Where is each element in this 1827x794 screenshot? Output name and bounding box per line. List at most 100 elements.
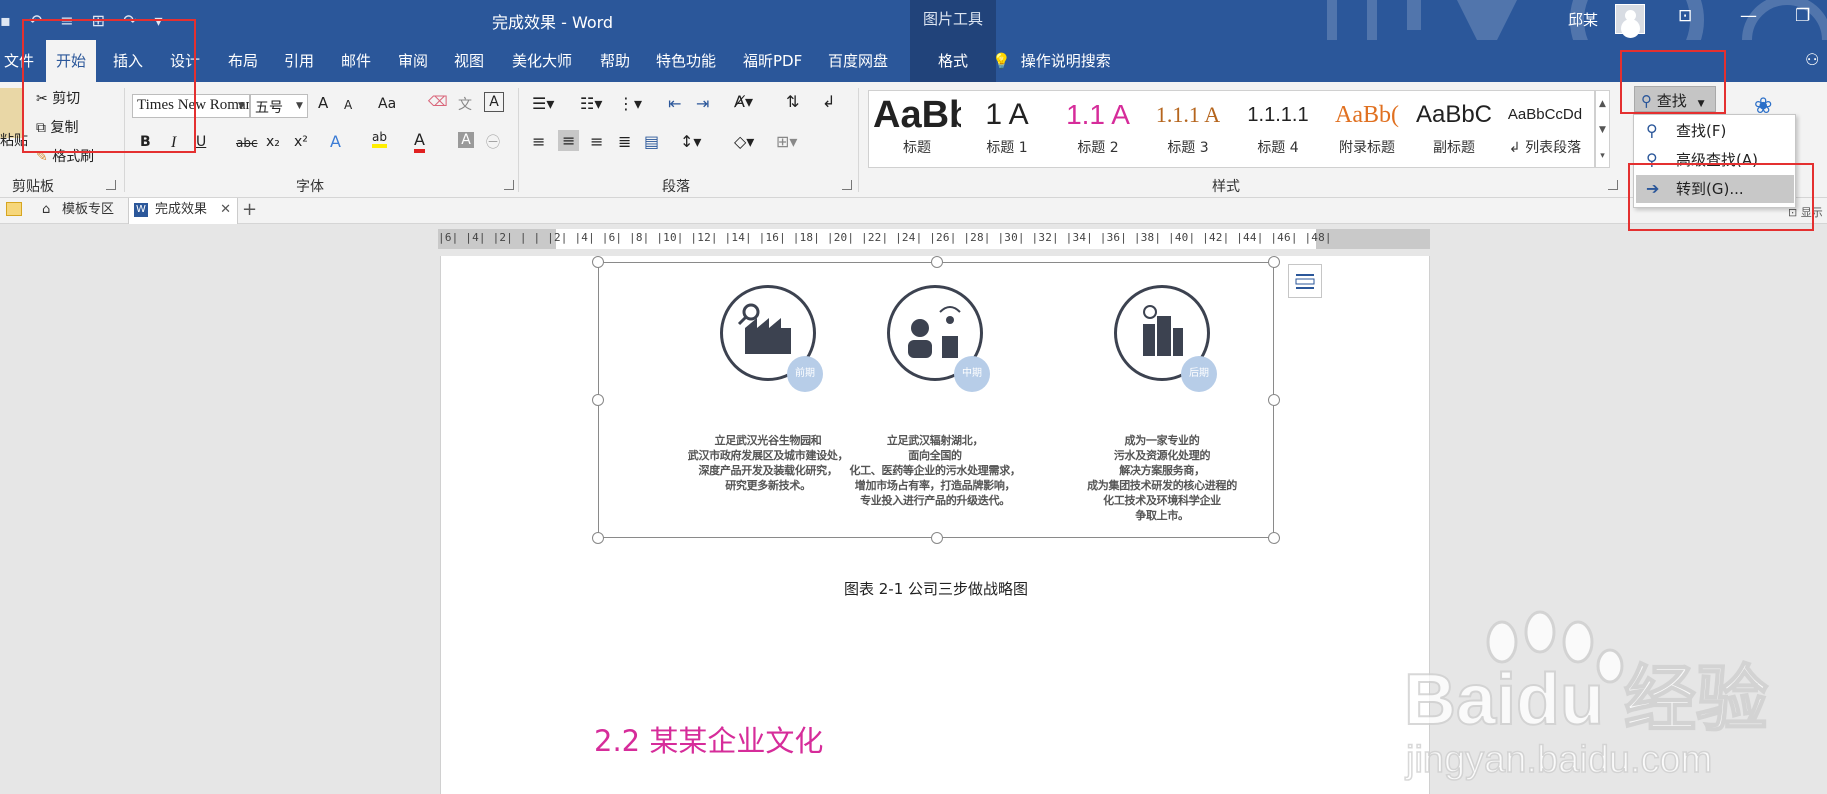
font-name-field[interactable]: Times New Roman bbox=[132, 94, 250, 118]
increase-indent-icon[interactable]: ⇥ bbox=[696, 94, 709, 113]
styles-scroll[interactable]: ▲ ▼ ▾ bbox=[1595, 90, 1610, 168]
style-title[interactable]: AaBb 标题 bbox=[873, 91, 961, 169]
bullets-icon[interactable]: ☰▾ bbox=[532, 94, 554, 113]
clear-format-icon[interactable]: ⌫ bbox=[428, 94, 448, 110]
subscript-button[interactable]: x₂ bbox=[266, 134, 280, 150]
tab-review[interactable]: 审阅 bbox=[388, 40, 438, 82]
chinese-layout-icon[interactable]: Ⱥ▾ bbox=[734, 92, 753, 111]
shrink-font-button[interactable]: A bbox=[344, 98, 352, 112]
resize-handle[interactable] bbox=[592, 256, 604, 268]
tab-view[interactable]: 视图 bbox=[444, 40, 494, 82]
tab-layout[interactable]: 布局 bbox=[218, 40, 268, 82]
menu-item-advanced-find[interactable]: ⚲ 高级查找(A)... bbox=[1636, 146, 1794, 174]
change-case-button[interactable]: Aa bbox=[378, 96, 396, 112]
save-icon[interactable]: ▪ bbox=[0, 11, 11, 30]
show-marks-icon[interactable]: ↲ bbox=[822, 92, 835, 111]
user-name[interactable]: 邱某 bbox=[1568, 9, 1598, 30]
selected-picture[interactable]: 前期 立足武汉光谷生物园和 武汉市政府发展区及城市建设处， 深度产品开发及装载化研究… bbox=[592, 256, 1280, 544]
resize-handle[interactable] bbox=[931, 532, 943, 544]
style-list-paragraph[interactable]: AaBbCcDd ↲ 列表段落 bbox=[1497, 91, 1593, 169]
style-appendix-title[interactable]: AaBb( 附录标题 bbox=[1323, 91, 1411, 169]
menu-item-find[interactable]: ⚲ 查找(F) bbox=[1636, 117, 1794, 145]
new-tab-icon[interactable]: + bbox=[242, 199, 257, 220]
grow-font-button[interactable]: A bbox=[318, 94, 328, 112]
phonetic-guide-icon[interactable]: 文 bbox=[458, 94, 472, 114]
align-center-icon[interactable]: ≡ bbox=[558, 130, 580, 151]
undo-icon[interactable]: ↶ bbox=[29, 11, 42, 30]
document-page[interactable]: 前期 立足武汉光谷生物园和 武汉市政府发展区及城市建设处， 深度产品开发及装载化研究… bbox=[440, 256, 1430, 794]
justify-icon[interactable]: ≣ bbox=[618, 132, 631, 151]
paragraph-launcher-icon[interactable] bbox=[842, 180, 852, 190]
align-left-icon[interactable]: ≡ bbox=[532, 132, 545, 151]
shading-icon[interactable]: ◇▾ bbox=[734, 132, 754, 151]
char-shading-icon[interactable]: A bbox=[458, 132, 474, 148]
strikethrough-button[interactable]: abc bbox=[236, 136, 258, 150]
doc-tab-current[interactable]: W 完成效果 ✕ bbox=[128, 198, 238, 224]
align-right-icon[interactable]: ≡ bbox=[590, 132, 603, 151]
redo-icon[interactable]: ↷ bbox=[123, 11, 136, 30]
tab-design[interactable]: 设计 bbox=[160, 40, 210, 82]
close-tab-icon[interactable]: ✕ bbox=[220, 198, 231, 222]
menu-item-goto[interactable]: ➔ 转到(G)... bbox=[1636, 175, 1794, 203]
doc-tab-templates[interactable]: ⌂ 模板专区 bbox=[36, 198, 122, 224]
paste-button[interactable]: 粘贴 bbox=[0, 130, 28, 150]
ribbon-display-icon[interactable]: ⊡ bbox=[1678, 6, 1692, 26]
touch-mode-icon[interactable]: ⊞ bbox=[92, 11, 105, 30]
line-spacing-icon[interactable]: ↕▾ bbox=[680, 132, 701, 151]
tell-me-search[interactable]: 💡 操作说明搜索 bbox=[992, 40, 1111, 82]
tab-foxit-pdf[interactable]: 福昕PDF bbox=[733, 40, 812, 82]
style-heading-2[interactable]: 1.1 A 标题 2 bbox=[1053, 91, 1143, 169]
resize-handle[interactable] bbox=[592, 394, 604, 406]
text-effects-icon[interactable]: A bbox=[330, 132, 341, 151]
restore-icon[interactable]: ❐ bbox=[1795, 6, 1810, 26]
clipboard-launcher-icon[interactable] bbox=[106, 180, 116, 190]
style-heading-1[interactable]: 1 A 标题 1 bbox=[961, 91, 1053, 169]
enclose-char-icon[interactable]: ㊀ bbox=[486, 132, 500, 152]
tab-references[interactable]: 引用 bbox=[274, 40, 324, 82]
avatar[interactable] bbox=[1615, 4, 1645, 34]
decrease-indent-icon[interactable]: ⇤ bbox=[668, 94, 681, 113]
superscript-button[interactable]: x² bbox=[294, 134, 308, 150]
distribute-icon[interactable]: ▤ bbox=[644, 132, 659, 151]
resize-handle[interactable] bbox=[1268, 532, 1280, 544]
minimize-icon[interactable]: — bbox=[1740, 6, 1757, 26]
tab-beautify[interactable]: 美化大师 bbox=[502, 40, 582, 82]
tab-help[interactable]: 帮助 bbox=[590, 40, 640, 82]
copy-button[interactable]: ⧉ 复制 bbox=[36, 117, 78, 137]
tab-mailings[interactable]: 邮件 bbox=[331, 40, 381, 82]
multilevel-list-icon[interactable]: ⋮▾ bbox=[618, 94, 642, 113]
tab-features[interactable]: 特色功能 bbox=[646, 40, 726, 82]
resize-handle[interactable] bbox=[592, 532, 604, 544]
tab-file[interactable]: 文件 bbox=[0, 40, 44, 82]
customize-icon[interactable]: ≡ bbox=[60, 11, 73, 30]
style-heading-3[interactable]: 1.1.1 A 标题 3 bbox=[1143, 91, 1233, 169]
format-painter-button[interactable]: ✎ 格式刷 bbox=[36, 146, 94, 166]
borders-icon[interactable]: ⊞▾ bbox=[776, 132, 797, 151]
folder-icon[interactable] bbox=[6, 202, 22, 216]
font-color-button[interactable]: A bbox=[414, 130, 425, 153]
tab-insert[interactable]: 插入 bbox=[103, 40, 153, 82]
sort-icon[interactable]: ⇅ bbox=[786, 92, 799, 111]
resize-handle[interactable] bbox=[1268, 394, 1280, 406]
styles-launcher-icon[interactable] bbox=[1608, 180, 1618, 190]
highlight-icon[interactable]: ab bbox=[372, 130, 387, 148]
share-icon[interactable]: ⚇ bbox=[1805, 50, 1819, 69]
resize-handle[interactable] bbox=[1268, 256, 1280, 268]
tab-baidu-netdisk[interactable]: 百度网盘 bbox=[818, 40, 898, 82]
layout-options-icon[interactable] bbox=[1288, 264, 1322, 298]
underline-button[interactable]: U bbox=[196, 134, 206, 150]
style-subtitle[interactable]: AaBbC 副标题 bbox=[1411, 91, 1497, 169]
resize-handle[interactable] bbox=[931, 256, 943, 268]
cut-button[interactable]: ✂ 剪切 bbox=[36, 88, 80, 108]
bold-button[interactable]: B bbox=[140, 134, 151, 150]
numbering-icon[interactable]: ☷▾ bbox=[580, 94, 602, 113]
char-border-icon[interactable]: A bbox=[484, 92, 504, 112]
font-launcher-icon[interactable] bbox=[504, 180, 514, 190]
horizontal-ruler[interactable]: |6| |4| |2| | | |2| |4| |6| |8| |10| |12… bbox=[438, 229, 1430, 249]
tab-format[interactable]: 格式 bbox=[910, 40, 996, 82]
tab-home[interactable]: 开始 bbox=[46, 40, 97, 82]
find-button[interactable]: ⚲ 查找 ▼ bbox=[1634, 86, 1716, 112]
more-icon[interactable]: ▾ bbox=[154, 11, 162, 30]
italic-button[interactable]: I bbox=[171, 134, 176, 152]
style-heading-4[interactable]: 1.1.1.1 标题 4 bbox=[1233, 91, 1323, 169]
